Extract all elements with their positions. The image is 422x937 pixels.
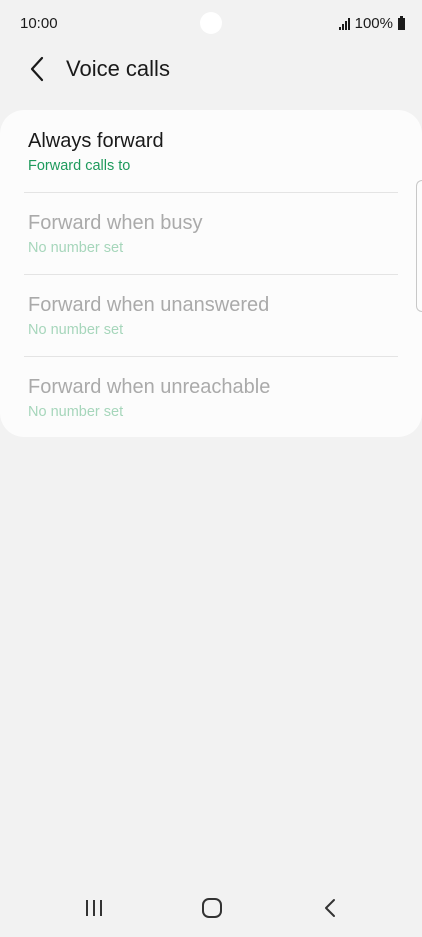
option-title: Always forward	[28, 130, 164, 152]
forwarding-options-card: Always forward Forward calls to Forward …	[0, 110, 422, 437]
recent-apps-icon	[86, 900, 102, 916]
navigation-bar	[0, 879, 422, 937]
option-forward-when-unanswered[interactable]: Forward when unanswered No number set	[28, 274, 398, 356]
option-subtitle: No number set	[28, 322, 124, 338]
option-subtitle: No number set	[28, 404, 124, 420]
recent-apps-button[interactable]	[74, 891, 114, 925]
app-header: Voice calls	[0, 48, 422, 90]
option-subtitle: No number set	[28, 240, 124, 256]
option-forward-when-busy[interactable]: Forward when busy No number set	[28, 192, 398, 274]
status-bar: 10:00 100%	[0, 0, 422, 48]
camera-cutout	[200, 12, 222, 34]
home-icon	[202, 898, 222, 918]
signal-icon	[338, 17, 350, 30]
nav-back-icon	[325, 899, 335, 917]
screen: 10:00 100% Voice calls Always forward Fo…	[0, 0, 422, 937]
option-forward-when-unreachable[interactable]: Forward when unreachable No number set	[28, 356, 398, 438]
battery-icon	[398, 15, 405, 30]
option-title: Forward when unanswered	[28, 294, 270, 316]
option-subtitle: Forward calls to	[28, 158, 131, 174]
edge-panel-handle[interactable]	[416, 180, 422, 312]
back-button[interactable]	[22, 54, 52, 84]
option-title: Forward when unreachable	[28, 376, 271, 398]
home-button[interactable]	[192, 891, 232, 925]
page-title: Voice calls	[66, 56, 170, 81]
nav-back-button[interactable]	[310, 891, 350, 925]
status-indicators: 100%	[338, 15, 405, 32]
status-time: 10:00	[20, 15, 58, 32]
chevron-left-icon	[30, 56, 44, 82]
battery-level: 100%	[354, 15, 393, 32]
option-always-forward[interactable]: Always forward Forward calls to	[28, 110, 398, 192]
option-title: Forward when busy	[28, 212, 203, 234]
